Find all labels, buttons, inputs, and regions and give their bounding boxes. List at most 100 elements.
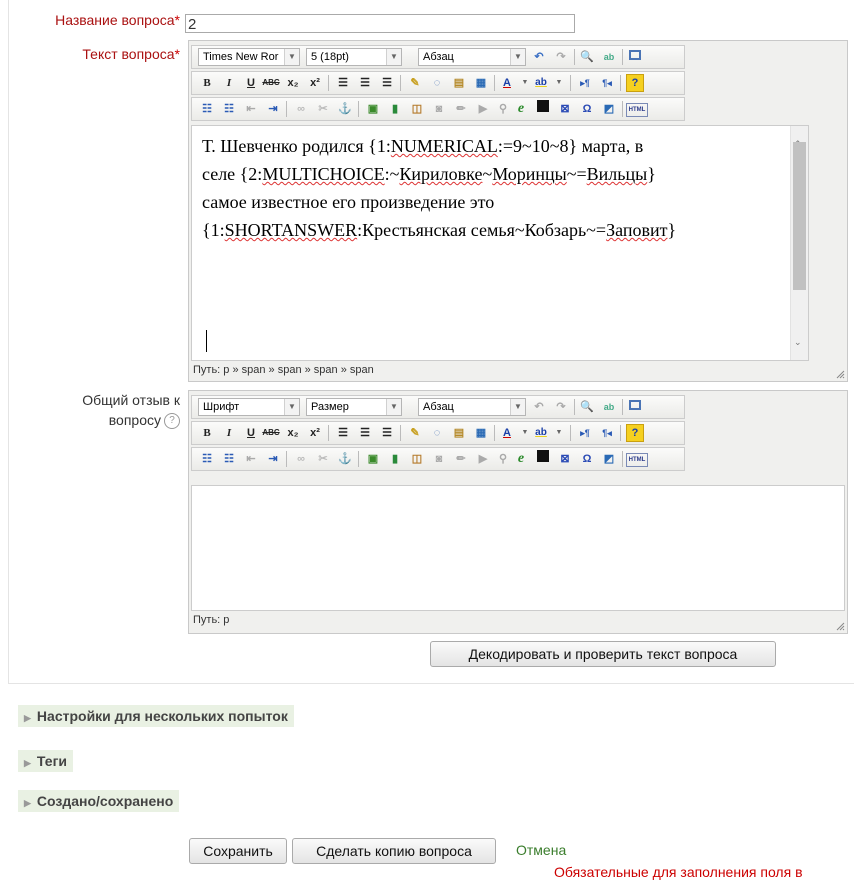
special-char-icon[interactable]: Ω — [578, 100, 596, 118]
fullscreen-icon[interactable] — [626, 398, 644, 416]
unlink-icon[interactable]: ✂ — [314, 450, 332, 468]
redo-icon[interactable]: ↷ — [552, 48, 570, 66]
indent-icon[interactable]: ⇥ — [264, 100, 282, 118]
section-created-saved[interactable]: ▶ Создано/сохранено — [18, 790, 180, 812]
microphone-icon[interactable]: ⚲ — [494, 100, 512, 118]
resize-handle-icon[interactable] — [835, 621, 845, 631]
ltr-icon[interactable]: ▸¶ — [576, 424, 594, 442]
text-color-icon[interactable]: A — [498, 74, 516, 92]
paste-word-icon[interactable]: ▦ — [472, 74, 490, 92]
save-as-copy-button[interactable]: Сделать копию вопроса — [292, 838, 496, 864]
pencil-icon[interactable]: ✏ — [452, 100, 470, 118]
html-source-icon[interactable]: HTML — [626, 103, 648, 117]
anchor-icon[interactable]: ⚓ — [336, 450, 354, 468]
pencil-icon[interactable]: ✏ — [452, 450, 470, 468]
superscript-icon[interactable]: x² — [306, 424, 324, 442]
section-multiple-tries[interactable]: ▶ Настройки для нескольких попыток — [18, 705, 294, 727]
ltr-icon[interactable]: ▸¶ — [576, 74, 594, 92]
media-icon[interactable]: ▮ — [386, 450, 404, 468]
align-right-icon[interactable]: ☰ — [378, 424, 396, 442]
video-icon[interactable]: ▶ — [474, 450, 492, 468]
superscript-icon[interactable]: x² — [306, 74, 324, 92]
image-icon[interactable]: ▣ — [364, 100, 382, 118]
underline-icon[interactable]: U — [242, 424, 260, 442]
cleanup-icon[interactable]: ✎ — [406, 74, 424, 92]
align-left-icon[interactable]: ☰ — [334, 74, 352, 92]
align-center-icon[interactable]: ☰ — [356, 74, 374, 92]
replace-icon[interactable]: ab — [600, 398, 618, 416]
font-size-select[interactable]: Размер ▼ — [306, 398, 402, 416]
help-icon[interactable]: ? — [626, 74, 644, 92]
bold-icon[interactable]: B — [198, 424, 216, 442]
microphone-icon[interactable]: ⚲ — [494, 450, 512, 468]
chevron-down-icon[interactable]: ▼ — [550, 424, 568, 442]
strikethrough-icon[interactable]: ABC — [262, 74, 280, 92]
decode-verify-button[interactable]: Декодировать и проверить текст вопроса — [430, 641, 776, 667]
link-icon[interactable]: ∞ — [292, 450, 310, 468]
nonbreaking-icon[interactable]: ⊠ — [556, 100, 574, 118]
video-icon[interactable]: ▶ — [474, 100, 492, 118]
numbered-list-icon[interactable]: ☷ — [220, 100, 238, 118]
unlink-icon[interactable]: ✂ — [314, 100, 332, 118]
format-select[interactable]: Абзац ▼ — [418, 48, 526, 66]
highlight-color-icon[interactable]: ab — [532, 424, 550, 442]
underline-icon[interactable]: U — [242, 74, 260, 92]
html-source-icon[interactable]: HTML — [626, 453, 648, 467]
text-color-icon[interactable]: A — [498, 424, 516, 442]
undo-icon[interactable]: ↶ — [530, 398, 548, 416]
chevron-down-icon[interactable]: ▼ — [550, 74, 568, 92]
strikethrough-icon[interactable]: ABC — [262, 424, 280, 442]
black-square-icon[interactable] — [534, 100, 552, 118]
resize-handle-icon[interactable] — [835, 369, 845, 379]
align-right-icon[interactable]: ☰ — [378, 74, 396, 92]
black-square-icon[interactable] — [534, 450, 552, 468]
save-button[interactable]: Сохранить — [189, 838, 287, 864]
outdent-icon[interactable]: ⇤ — [242, 450, 260, 468]
align-left-icon[interactable]: ☰ — [334, 424, 352, 442]
anchor-icon[interactable]: ⚓ — [336, 100, 354, 118]
paste-text-icon[interactable]: ▤ — [450, 424, 468, 442]
redo-icon[interactable]: ↷ — [552, 398, 570, 416]
scrollbar-thumb[interactable] — [793, 142, 806, 290]
paste-word-icon[interactable]: ▦ — [472, 424, 490, 442]
outdent-icon[interactable]: ⇤ — [242, 100, 260, 118]
cleanup-icon[interactable]: ✎ — [406, 424, 424, 442]
help-icon[interactable]: ? — [164, 413, 180, 430]
highlight-color-icon[interactable]: ab — [532, 74, 550, 92]
camera-icon[interactable]: ◙ — [430, 100, 448, 118]
scroll-down-icon[interactable]: ⌄ — [794, 328, 802, 356]
align-center-icon[interactable]: ☰ — [356, 424, 374, 442]
format-select[interactable]: Абзац ▼ — [418, 398, 526, 416]
general-feedback-content[interactable] — [191, 485, 845, 611]
section-tags[interactable]: ▶ Теги — [18, 750, 73, 772]
nonbreaking-icon[interactable]: ⊠ — [556, 450, 574, 468]
italic-icon[interactable]: I — [220, 74, 238, 92]
bullet-list-icon[interactable]: ☷ — [198, 100, 216, 118]
numbered-list-icon[interactable]: ☷ — [220, 450, 238, 468]
question-text-content[interactable]: Т. Шевченко родился {1:NUMERICAL:=9~10~8… — [191, 125, 809, 361]
italic-icon[interactable]: I — [220, 424, 238, 442]
find-icon[interactable]: 🔍 — [578, 398, 596, 416]
file-icon[interactable]: ◫ — [408, 450, 426, 468]
image-icon[interactable]: ▣ — [364, 450, 382, 468]
fullscreen-icon[interactable] — [626, 48, 644, 66]
table-icon[interactable]: ◩ — [600, 100, 618, 118]
table-icon[interactable]: ◩ — [600, 450, 618, 468]
replace-icon[interactable]: ab — [600, 48, 618, 66]
eraser-icon[interactable]: ◌ — [428, 424, 446, 442]
cancel-link[interactable]: Отмена — [516, 842, 566, 858]
rtl-icon[interactable]: ¶◂ — [598, 74, 616, 92]
find-icon[interactable]: 🔍 — [578, 48, 596, 66]
paste-text-icon[interactable]: ▤ — [450, 74, 468, 92]
special-char-icon[interactable]: Ω — [578, 450, 596, 468]
eraser-icon[interactable]: ◌ — [428, 74, 446, 92]
link-icon[interactable]: ∞ — [292, 100, 310, 118]
font-family-select[interactable]: Times New Ror ▼ — [198, 48, 300, 66]
camera-icon[interactable]: ◙ — [430, 450, 448, 468]
indent-icon[interactable]: ⇥ — [264, 450, 282, 468]
question-name-input[interactable]: 2 — [185, 14, 575, 33]
content-scrollbar[interactable]: ⌃ ⌄ — [790, 126, 808, 360]
media-icon[interactable]: ▮ — [386, 100, 404, 118]
subscript-icon[interactable]: x₂ — [284, 424, 302, 442]
equation-icon[interactable]: e — [512, 450, 530, 468]
